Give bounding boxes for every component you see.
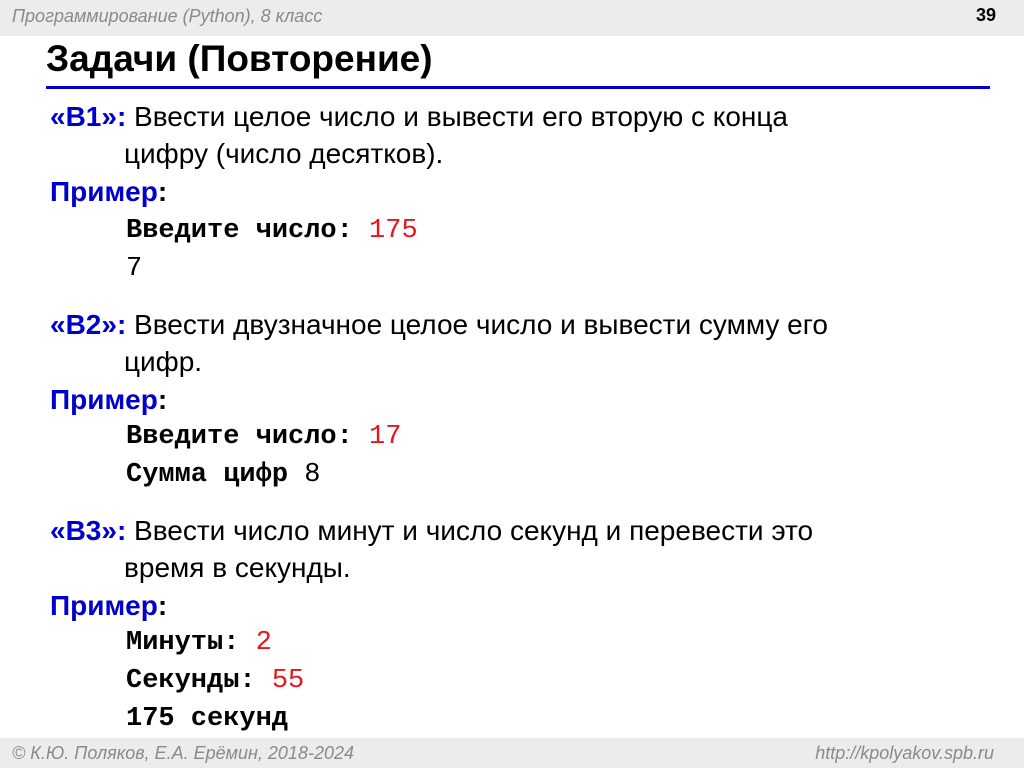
code-prompt: Сумма цифр xyxy=(126,460,305,490)
code-input: 55 xyxy=(271,666,305,696)
code-prompt: Введите число: xyxy=(126,216,370,246)
course-title: Программирование (Python), 8 класс xyxy=(12,6,323,26)
code-line: Сумма цифр 8 xyxy=(126,460,320,490)
code-input: 175 xyxy=(369,216,418,246)
example-colon: : xyxy=(157,590,168,621)
code-output: 175 секунд xyxy=(126,704,289,734)
task-text-continued: время в секунды. xyxy=(124,552,351,583)
example-colon: : xyxy=(157,384,168,415)
code-line: 175 секунд xyxy=(126,704,288,734)
slide-title: Задачи (Повторение) xyxy=(46,38,433,79)
example-word: Пример xyxy=(50,384,158,415)
page-number: 39 xyxy=(975,5,996,25)
footer-author: © К.Ю. Поляков, Е.А. Ерёмин, 2018-2024 xyxy=(12,743,354,763)
code-line: Введите число: 17 xyxy=(126,422,401,452)
task-b3: «B3»: Ввести число минут и число секунд … xyxy=(50,512,950,586)
example-label: Пример: xyxy=(50,176,167,208)
code-input: 17 xyxy=(369,422,402,452)
title-underline xyxy=(46,86,990,89)
example-label: Пример: xyxy=(50,590,167,622)
example-word: Пример xyxy=(50,590,158,621)
task-b2: «B2»: Ввести двузначное целое число и вы… xyxy=(50,306,950,380)
task-text-continued: цифр. xyxy=(124,346,203,377)
code-line: Минуты: 2 xyxy=(126,628,272,658)
code-line: Секунды: 55 xyxy=(126,666,304,696)
code-output: 8 xyxy=(304,460,321,490)
code-prompt: Введите число: xyxy=(126,422,370,452)
task-b1: «B1»: Ввести целое число и вывести его в… xyxy=(50,98,950,172)
example-label: Пример: xyxy=(50,384,167,416)
code-line: 7 xyxy=(126,254,142,284)
task-label: «B2»: xyxy=(50,309,127,340)
task-label: «B3»: xyxy=(50,515,127,546)
task-text: Ввести целое число и вывести его вторую … xyxy=(126,101,788,132)
code-output: 7 xyxy=(126,254,143,284)
footer-site-link[interactable]: http://kpolyakov.spb.ru xyxy=(815,743,994,764)
task-text-continued: цифру (число десятков). xyxy=(124,138,444,169)
code-input: 2 xyxy=(255,628,272,658)
example-colon: : xyxy=(157,176,168,207)
task-text: Ввести число минут и число секунд и пере… xyxy=(126,515,814,546)
code-prompt: Секунды: xyxy=(126,666,272,696)
example-word: Пример xyxy=(50,176,158,207)
code-prompt: Минуты: xyxy=(126,628,256,658)
task-label: «B1»: xyxy=(50,101,127,132)
task-text: Ввести двузначное целое число и вывести … xyxy=(126,309,828,340)
code-line: Введите число: 175 xyxy=(126,216,418,246)
